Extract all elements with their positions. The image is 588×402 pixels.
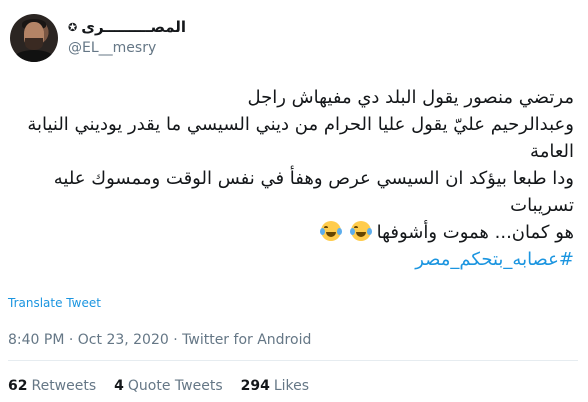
meta-separator: · <box>173 332 178 348</box>
meta-separator: · <box>68 332 74 348</box>
retweets-count: 62 <box>8 378 28 394</box>
tweet-client[interactable]: Twitter for Android <box>182 332 311 348</box>
user-handle[interactable]: @EL__mesry <box>68 40 156 56</box>
tweet-stats: 62 Retweets 4 Quote Tweets 294 Likes <box>8 378 309 394</box>
divider <box>8 360 578 361</box>
tweet-line-3: ودا طبعا بيؤكد ان السيسي عرص وهفأ في نفس… <box>53 168 574 216</box>
retweets-stat[interactable]: 62 Retweets <box>8 378 96 394</box>
star-badge-icon: ✪ <box>68 20 78 34</box>
avatar-beard <box>25 38 43 50</box>
tweet-line-4-text: هو كمان... هموت وأشوفها <box>376 222 574 243</box>
tweet-line-1: مرتضي منصور يقول البلد دي مفيهاش راجل <box>247 87 574 108</box>
tears-of-joy-emoji-icon <box>349 221 372 241</box>
quote-tweets-stat[interactable]: 4 Quote Tweets <box>114 378 222 394</box>
tweet-meta: 8:40 PM · Oct 23, 2020 · Twitter for And… <box>8 332 311 348</box>
likes-stat[interactable]: 294 Likes <box>241 378 309 394</box>
hashtag-link[interactable]: #عصابه_بتحكم_مصر <box>415 249 574 270</box>
retweets-label: Retweets <box>31 378 97 394</box>
tweet-body: مرتضي منصور يقول البلد دي مفيهاش راجل وع… <box>14 84 574 273</box>
tweet-line-2: وعبدالرحيم عليّ يقول عليا الحرام من ديني… <box>27 114 574 162</box>
tears-of-joy-emoji-icon <box>320 221 343 241</box>
quote-tweets-label: Quote Tweets <box>127 378 223 394</box>
hashtag-line: #عصابه_بتحكم_مصر <box>14 246 574 273</box>
display-name[interactable]: المصـــــــــرى ✪ <box>68 18 186 36</box>
display-name-text: المصـــــــــرى <box>81 18 187 36</box>
tweet-line-4: هو كمان... هموت وأشوفها <box>14 219 574 246</box>
translate-tweet-link[interactable]: Translate Tweet <box>8 296 101 310</box>
likes-count: 294 <box>240 378 270 394</box>
tweet-time[interactable]: 8:40 PM <box>8 332 64 348</box>
avatar[interactable] <box>10 14 58 62</box>
likes-label: Likes <box>273 378 310 394</box>
tweet-date[interactable]: Oct 23, 2020 <box>78 332 169 348</box>
avatar-shirt <box>14 50 54 62</box>
tweet-card: المصـــــــــرى ✪ @EL__mesry مرتضي منصور… <box>0 0 588 402</box>
quote-tweets-count: 4 <box>114 378 124 394</box>
